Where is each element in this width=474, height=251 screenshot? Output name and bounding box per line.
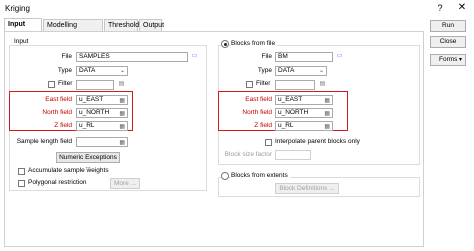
block-size-factor-field[interactable]	[275, 150, 311, 160]
input-north-field[interactable]: u_NORTH ▦	[76, 108, 128, 118]
block-definitions-button[interactable]: Block Definitions ...	[275, 183, 339, 194]
field-list-icon: ▦	[119, 98, 125, 104]
blocks-north-label: North field	[242, 109, 272, 116]
input-file-value: SAMPLES	[79, 53, 110, 60]
close-window-button[interactable]: ✕	[456, 2, 468, 14]
block-size-factor-label: Block size factor	[224, 151, 272, 158]
blocks-z-field[interactable]: u_RL ▦	[275, 121, 333, 131]
input-filter-label: Filter	[58, 80, 73, 87]
filter-icon[interactable]: ▤	[117, 80, 126, 89]
blocks-east-label: East field	[245, 96, 272, 103]
polygonal-restriction-label: Polygonal restriction	[28, 179, 87, 186]
field-list-icon: ▦	[119, 111, 125, 117]
blocks-z-value: u_RL	[278, 122, 294, 129]
input-east-field[interactable]: u_EAST ▦	[76, 95, 128, 105]
input-east-value: u_EAST	[79, 96, 104, 103]
blocks-file-value: BM	[278, 53, 288, 60]
blocks-east-field[interactable]: u_EAST ▦	[275, 95, 333, 105]
blocks-filter-checkbox[interactable]	[246, 81, 253, 88]
chevron-down-icon: ▾	[458, 57, 462, 63]
tab-input-data[interactable]: Input Data	[4, 18, 42, 39]
file-browse-icon[interactable]: ▭	[335, 52, 344, 61]
forms-button[interactable]: Forms ▾	[430, 54, 466, 66]
blocks-type-select[interactable]: DATA ⌄	[275, 66, 327, 76]
help-button[interactable]: ?	[434, 2, 446, 14]
accumulate-weights-checkbox[interactable]	[18, 168, 25, 175]
filter-icon[interactable]: ▤	[318, 80, 327, 89]
blocks-from-extents-radio[interactable]	[221, 172, 229, 180]
field-list-icon: ▦	[119, 124, 125, 130]
interpolate-parent-checkbox[interactable]	[265, 139, 272, 146]
input-file-label: File	[61, 53, 72, 60]
input-filter-field[interactable]	[76, 80, 114, 90]
accumulate-weights-label: Accumulate sample weights	[28, 167, 109, 174]
field-list-icon: ▦	[119, 140, 125, 146]
run-button[interactable]: Run	[430, 20, 466, 32]
input-type-value: DATA	[79, 67, 96, 74]
field-list-icon: ▦	[324, 111, 330, 117]
blocks-z-label: Z field	[254, 122, 272, 129]
input-filter-checkbox[interactable]	[48, 81, 55, 88]
more-button[interactable]: More ...	[110, 178, 140, 189]
blocks-file-label: File	[261, 53, 272, 60]
blocks-from-file-radio[interactable]	[221, 40, 229, 48]
polygonal-restriction-checkbox[interactable]	[18, 180, 25, 187]
chevron-down-icon: ⌄	[318, 68, 324, 74]
tab-modelling-parameters[interactable]: Modelling Parameters	[43, 19, 103, 40]
input-type-label: Type	[57, 67, 72, 74]
input-z-field[interactable]: u_RL ▦	[76, 121, 128, 131]
title-bar: Kriging ? ✕	[0, 0, 474, 17]
input-type-select[interactable]: DATA ⌄	[76, 66, 128, 76]
field-list-icon: ▦	[324, 98, 330, 104]
window-title: Kriging	[5, 4, 30, 13]
input-north-label: North field	[42, 109, 72, 116]
blocks-north-value: u_NORTH	[278, 109, 309, 116]
sample-length-label: Sample length field	[16, 138, 72, 145]
blocks-filter-field[interactable]	[275, 80, 315, 90]
blocks-east-value: u_EAST	[278, 96, 303, 103]
interpolate-parent-label: Interpolate parent blocks only	[275, 138, 360, 145]
input-file-field[interactable]: SAMPLES	[76, 52, 188, 62]
blocks-type-label: Type	[257, 67, 272, 74]
close-button[interactable]: Close	[430, 36, 466, 48]
input-z-label: Z field	[54, 122, 72, 129]
chevron-down-icon: ⌄	[119, 68, 125, 74]
input-east-label: East field	[45, 96, 72, 103]
blocks-from-extents-label: Blocks from extents	[231, 172, 290, 179]
sample-length-field[interactable]: ▦	[76, 137, 128, 147]
tab-thresholds[interactable]: Thresholds	[104, 19, 143, 31]
input-north-value: u_NORTH	[79, 109, 110, 116]
numeric-exceptions-button[interactable]: Numeric Exceptions ...	[56, 152, 120, 170]
blocks-file-field[interactable]: BM	[275, 52, 333, 62]
blocks-filter-label: Filter	[256, 80, 271, 87]
input-z-value: u_RL	[79, 122, 95, 129]
blocks-type-value: DATA	[278, 67, 295, 74]
blocks-north-field[interactable]: u_NORTH ▦	[275, 108, 333, 118]
forms-button-label: Forms	[439, 56, 458, 63]
blocks-from-file-label: Blocks from file	[231, 40, 278, 47]
field-list-icon: ▦	[324, 124, 330, 130]
tab-output[interactable]: Output	[139, 19, 164, 31]
input-group-title: Input	[12, 38, 31, 45]
file-browse-icon[interactable]: ▭	[190, 52, 199, 61]
